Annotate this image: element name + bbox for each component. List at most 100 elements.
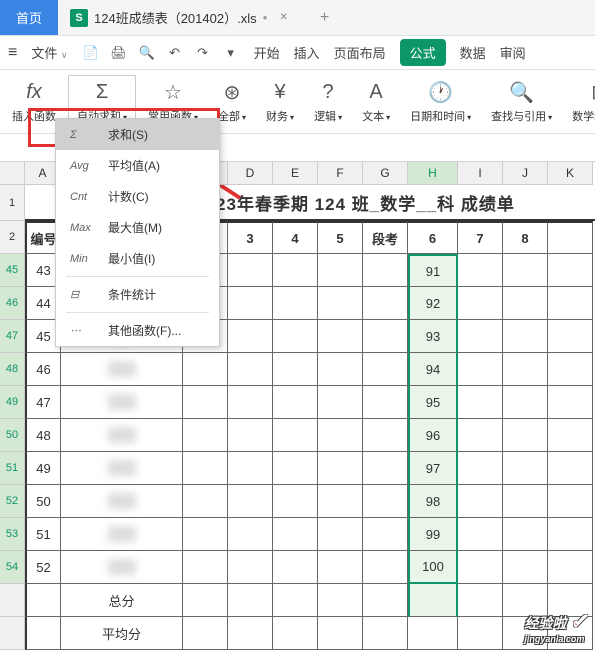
cell[interactable] (363, 353, 408, 386)
cell[interactable] (548, 518, 593, 551)
cell[interactable] (503, 551, 548, 584)
cell-name[interactable] (61, 518, 183, 551)
logic-button[interactable]: ? 逻辑▾ (306, 80, 350, 124)
cell[interactable] (25, 584, 61, 617)
hamburger-icon[interactable]: ≡ (8, 44, 17, 62)
cell[interactable] (363, 287, 408, 320)
header-6[interactable]: 6 (408, 221, 458, 254)
cell-h[interactable]: 97 (408, 452, 458, 485)
cell[interactable] (458, 386, 503, 419)
cell[interactable] (548, 320, 593, 353)
tab-data[interactable]: 数据 (460, 43, 486, 62)
dropdown-avg[interactable]: Avg 平均值(A) (56, 150, 219, 181)
cell[interactable] (318, 386, 363, 419)
cell[interactable] (318, 254, 363, 287)
tab-review[interactable]: 审阅 (500, 43, 526, 62)
new-tab-button[interactable]: + (312, 9, 337, 27)
dropdown-count[interactable]: Cnt 计数(C) (56, 181, 219, 212)
cell-name[interactable] (61, 452, 183, 485)
cell[interactable] (273, 485, 318, 518)
cell-h[interactable]: 91 (408, 254, 458, 287)
redo-icon[interactable]: ↷ (194, 44, 212, 62)
cell[interactable] (548, 485, 593, 518)
dropdown-sum[interactable]: Σ 求和(S) (56, 119, 219, 150)
cell[interactable] (273, 386, 318, 419)
cell[interactable] (273, 551, 318, 584)
cell-name[interactable] (61, 419, 183, 452)
cell[interactable] (183, 518, 228, 551)
header-7[interactable]: 7 (458, 221, 503, 254)
row-header[interactable] (0, 617, 25, 650)
all-functions-button[interactable]: ⊛ 全部▾ (210, 80, 254, 124)
cell[interactable] (503, 419, 548, 452)
cell[interactable] (273, 518, 318, 551)
row-header-1[interactable]: 1 (0, 185, 25, 221)
row-header[interactable] (0, 584, 25, 617)
formula-input[interactable]: 60 (201, 140, 589, 155)
header-5[interactable]: 5 (318, 221, 363, 254)
tab-insert[interactable]: 插入 (294, 43, 320, 62)
header-8[interactable]: 8 (503, 221, 548, 254)
cell-name[interactable] (61, 485, 183, 518)
cell-name[interactable] (61, 353, 183, 386)
cell[interactable] (548, 551, 593, 584)
cell[interactable] (318, 419, 363, 452)
cell[interactable] (318, 353, 363, 386)
home-tab[interactable]: 首页 (0, 0, 58, 35)
col-header-d[interactable]: D (228, 162, 273, 185)
cell[interactable] (318, 551, 363, 584)
cell[interactable] (273, 254, 318, 287)
cell[interactable] (363, 485, 408, 518)
col-header-e[interactable]: E (273, 162, 318, 185)
cell[interactable] (363, 386, 408, 419)
cell[interactable] (548, 254, 593, 287)
cell[interactable] (318, 320, 363, 353)
cell[interactable] (503, 254, 548, 287)
row-header[interactable]: 47 (0, 320, 25, 353)
print-icon[interactable]: 🖨 (110, 44, 128, 62)
dropdown-conditional[interactable]: ⊟ 条件统计 (56, 279, 219, 310)
cell[interactable] (228, 551, 273, 584)
cell[interactable] (318, 518, 363, 551)
row-header[interactable]: 48 (0, 353, 25, 386)
cell[interactable] (458, 320, 503, 353)
cell[interactable] (183, 551, 228, 584)
cell[interactable] (25, 617, 61, 650)
cell[interactable] (503, 320, 548, 353)
col-header-g[interactable]: G (363, 162, 408, 185)
cell-reference-box[interactable] (0, 134, 60, 161)
cell[interactable] (318, 452, 363, 485)
header-3[interactable]: 3 (228, 221, 273, 254)
cell[interactable] (228, 254, 273, 287)
row-header[interactable]: 50 (0, 419, 25, 452)
row-header-2[interactable]: 2 (0, 221, 25, 254)
cell[interactable] (363, 551, 408, 584)
row-header[interactable]: 54 (0, 551, 25, 584)
cell[interactable] (548, 353, 593, 386)
cell[interactable] (273, 287, 318, 320)
tab-formula[interactable]: 公式 (400, 39, 446, 66)
cell[interactable] (273, 419, 318, 452)
header-exam[interactable]: 段考 (363, 221, 408, 254)
cell[interactable] (228, 386, 273, 419)
cell[interactable] (183, 485, 228, 518)
cell[interactable] (458, 485, 503, 518)
cell[interactable] (183, 452, 228, 485)
dropdown-icon[interactable]: ▾ (222, 44, 240, 62)
cell[interactable] (318, 485, 363, 518)
cell-num[interactable]: 46 (25, 353, 61, 386)
cell-num[interactable]: 47 (25, 386, 61, 419)
row-header[interactable]: 51 (0, 452, 25, 485)
cell[interactable] (228, 320, 273, 353)
cell-h[interactable]: 94 (408, 353, 458, 386)
cell[interactable] (228, 452, 273, 485)
cell[interactable] (228, 419, 273, 452)
cell-h[interactable]: 100 (408, 551, 458, 584)
common-functions-button[interactable]: ☆ 常用函数▾ (140, 80, 206, 124)
cell[interactable] (363, 320, 408, 353)
cell[interactable] (183, 386, 228, 419)
cell[interactable] (273, 353, 318, 386)
row-header[interactable]: 49 (0, 386, 25, 419)
cell[interactable] (503, 287, 548, 320)
save-icon[interactable]: 📄 (82, 44, 100, 62)
